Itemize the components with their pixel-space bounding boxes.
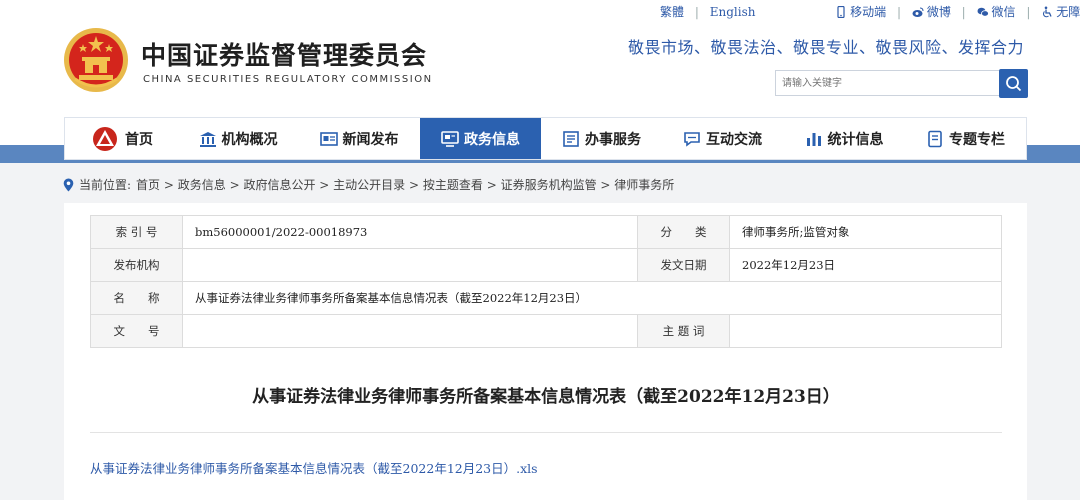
nav-item-government-info[interactable]: 政务信息 [420,118,541,159]
nav-item-label: 互动交流 [706,131,762,148]
breadcrumb: 当前位置: 首页 > 政务信息 > 政府信息公开 > 主动公开目录 > 按主题查… [63,176,674,193]
publisher-value [182,248,638,282]
search-input[interactable] [775,70,999,96]
accessibility-link-label: 无障碍 [1056,5,1080,19]
separator: | [896,4,901,19]
breadcrumb-separator: > [405,177,423,192]
accessibility-link[interactable]: 无障碍 [1041,3,1080,20]
nav-item-news[interactable]: 新闻发布 [298,118,420,159]
breadcrumb-separator: > [596,177,615,192]
monitor-icon [441,130,459,147]
building-icon [199,131,216,147]
wechat-link[interactable]: 微信 [977,3,1016,20]
divider [90,432,1002,433]
name-value: 从事证券法律业务律师事务所备案基本信息情况表（截至2022年12月23日） [182,281,1002,315]
date-label: 发文日期 [637,248,730,282]
document-meta-table: 索 引 号 bm56000001/2022-00018973 分 类 律师事务所… [90,215,1002,348]
weibo-icon [912,7,924,17]
mobile-phone-icon [837,5,845,18]
traditional-chinese-link[interactable]: 繁體 [660,3,684,20]
weibo-link-label: 微博 [926,5,951,19]
breadcrumb-separator: > [225,177,244,192]
publisher-label: 发布机构 [90,248,183,282]
newspaper-icon [319,131,338,146]
separator: | [694,4,699,19]
nav-item-label: 政务信息 [464,131,520,148]
top-links: 繁體 | English 移动端 | 微博 | 微信 | 无障碍 [660,3,1080,20]
category-label: 分 类 [637,215,730,249]
nav-item-label: 新闻发布 [342,131,399,148]
table-row: 名 称 从事证券法律业务律师事务所备案基本信息情况表（截至2022年12月23日… [90,281,1002,315]
wechat-link-label: 微信 [991,5,1016,19]
nav-item-home[interactable]: 首页 [65,118,178,159]
doc-number-value [182,314,638,348]
index-value: bm56000001/2022-00018973 [182,215,638,249]
site-name-english: CHINA SECURITIES REGULATORY COMMISSION [143,74,433,85]
location-pin-icon [63,178,74,191]
nav-item-label: 首页 [125,131,153,148]
breadcrumb-item-disclosure[interactable]: 政府信息公开 [243,176,315,193]
weibo-link[interactable]: 微博 [912,3,951,20]
doc-number-label: 文 号 [90,314,183,348]
table-row: 索 引 号 bm56000001/2022-00018973 分 类 律师事务所… [90,215,1002,249]
document-icon [928,130,942,147]
wechat-icon [977,7,989,17]
nav-item-services[interactable]: 办事服务 [541,118,662,159]
subject-label: 主 题 词 [637,314,730,348]
breadcrumb-separator: > [482,177,501,192]
breadcrumb-separator: > [315,177,334,192]
nav-item-label: 办事服务 [585,131,641,148]
chat-icon [684,131,700,147]
separator: | [961,4,966,19]
breadcrumb-item-home[interactable]: 首页 [136,176,160,193]
index-label: 索 引 号 [90,215,183,249]
nav-item-label: 统计信息 [827,131,884,148]
breadcrumb-item-by-topic[interactable]: 按主题查看 [423,176,483,193]
separator: | [1026,4,1031,19]
home-logo-icon [93,126,117,151]
name-label: 名 称 [90,281,183,315]
bar-chart-icon [806,132,821,146]
breadcrumb-separator: > [160,177,178,192]
subject-value [729,314,1002,348]
list-icon [563,130,579,147]
document-title: 从事证券法律业务律师事务所备案基本信息情况表（截至2022年12月23日） [252,387,840,407]
mobile-link-label: 移动端 [850,5,887,19]
slogan: 敬畏市场、敬畏法治、敬畏专业、敬畏风险、发挥合力 [628,38,1025,57]
site-name: 中国证券监督管理委员会 [141,41,428,70]
category-value: 律师事务所;监管对象 [729,215,1002,249]
accessibility-icon [1043,6,1052,17]
attachment-link[interactable]: 从事证券法律业务律师事务所备案基本信息情况表（截至2022年12月23日）.xl… [90,458,538,477]
breadcrumb-item-law-firms[interactable]: 律师事务所 [614,176,674,193]
nav-item-topics[interactable]: 专题专栏 [905,118,1026,159]
nav-item-label: 专题专栏 [949,131,1005,148]
breadcrumb-item-government-info[interactable]: 政务信息 [178,176,226,193]
nav-item-label: 机构概况 [221,131,278,148]
breadcrumb-item-catalog[interactable]: 主动公开目录 [333,176,405,193]
english-link[interactable]: English [710,5,756,19]
breadcrumb-prefix: 当前位置: [79,178,132,192]
nav-item-organization[interactable]: 机构概况 [178,118,298,159]
nav-item-interaction[interactable]: 互动交流 [662,118,783,159]
national-emblem-icon [64,28,128,92]
search-button[interactable] [999,69,1028,98]
search-icon [1006,76,1022,92]
mobile-link[interactable]: 移动端 [835,3,886,20]
nav-item-statistics[interactable]: 统计信息 [783,118,905,159]
breadcrumb-item-supervision[interactable]: 证券服务机构监管 [501,176,597,193]
date-value: 2022年12月23日 [729,248,1002,282]
table-row: 发布机构 发文日期 2022年12月23日 [90,248,1002,282]
table-row: 文 号 主 题 词 [90,314,1002,348]
main-nav: 首页 机构概况 新闻发布 政务信息 办事服务 互动交流 统计信息 专题专栏 [64,117,1027,160]
